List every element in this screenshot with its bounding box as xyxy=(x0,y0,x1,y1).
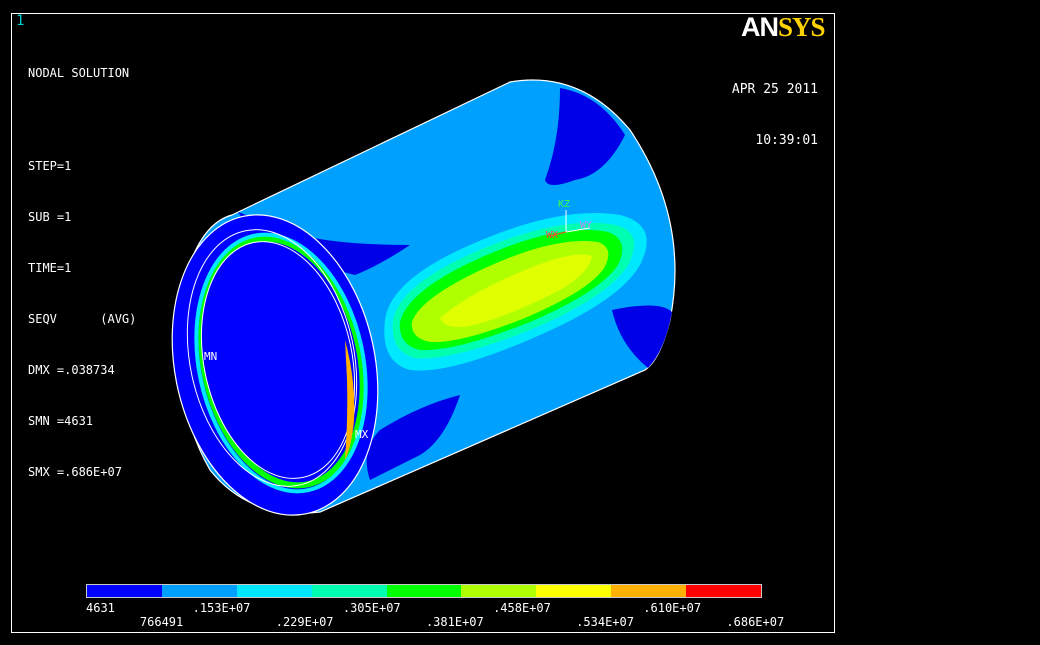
min-marker: MN xyxy=(204,350,217,363)
legend-swatch xyxy=(461,585,537,597)
legend-label-top: .610E+07 xyxy=(643,601,702,615)
axis-y-label: WY xyxy=(580,220,592,231)
legend-label-top: .458E+07 xyxy=(493,601,551,615)
legend-swatch xyxy=(386,585,462,597)
axis-x-label: WX xyxy=(546,230,558,241)
axis-z-label: KZ xyxy=(558,199,570,210)
contour-legend xyxy=(86,584,762,598)
legend-label-bottom: .534E+07 xyxy=(576,615,634,629)
legend-label-bottom: 766491 xyxy=(139,615,184,629)
legend-swatch xyxy=(311,585,387,597)
legend-swatch xyxy=(536,585,612,597)
legend-label-top: .153E+07 xyxy=(192,601,251,615)
legend-label-bottom: .381E+07 xyxy=(425,615,484,629)
max-marker: MX xyxy=(355,428,369,441)
legend-swatch xyxy=(686,585,762,597)
fea-model[interactable]: MN MX KZ WY WX xyxy=(0,0,1040,645)
legend-label-bottom: .229E+07 xyxy=(275,615,334,629)
legend-swatch xyxy=(611,585,687,597)
legend-label-bottom: .686E+07 xyxy=(726,615,785,629)
legend-label-top: 4631 xyxy=(86,601,115,615)
legend-swatch xyxy=(161,585,237,597)
legend-swatch xyxy=(236,585,312,597)
legend-swatch xyxy=(87,585,162,597)
legend-label-top: .305E+07 xyxy=(342,601,401,615)
graphics-window[interactable]: 1 NODAL SOLUTION STEP=1 SUB =1 TIME=1 SE… xyxy=(0,0,1040,645)
